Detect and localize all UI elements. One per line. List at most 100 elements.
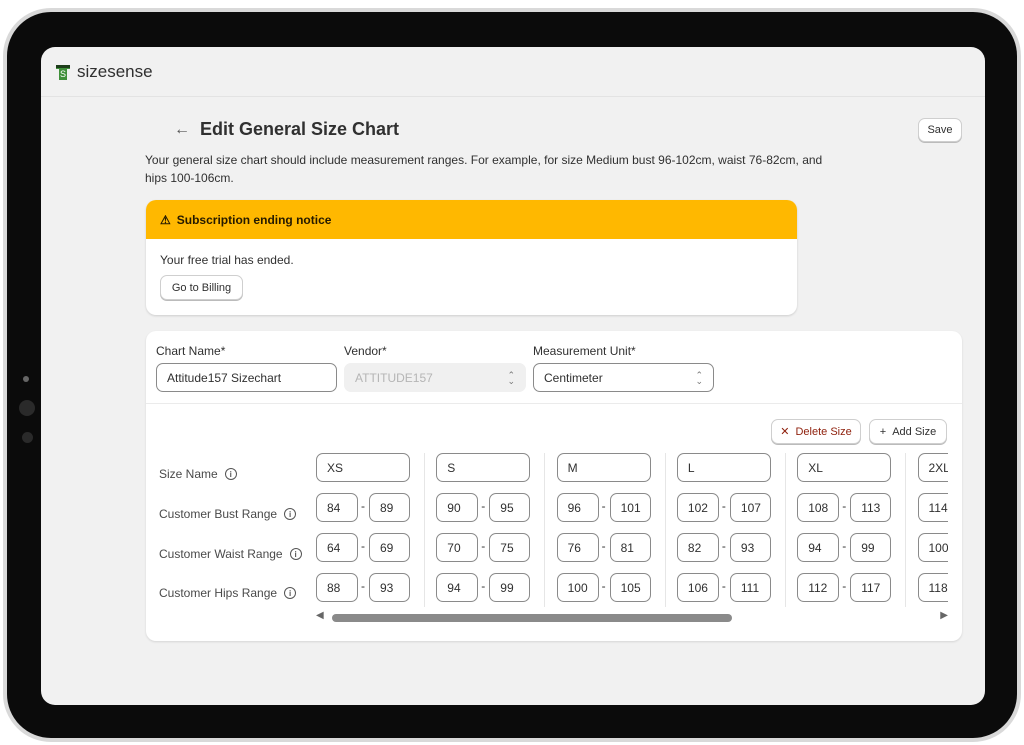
waist-min-value: 94 — [808, 540, 822, 555]
size-name-value: 2XL — [928, 460, 949, 475]
logo-icon: S — [56, 64, 70, 80]
bust-max-input[interactable]: 113 — [850, 493, 892, 522]
waist-max-input[interactable]: 99 — [850, 533, 892, 562]
chart-name-input[interactable]: Attitude157 Sizechart — [156, 363, 337, 392]
select-chevron-icon: ⌃ ⌄ — [507, 369, 515, 386]
size-name-value: S — [447, 460, 456, 475]
bust-min-value: 114 — [928, 500, 948, 515]
scroll-left-icon[interactable]: ◀ — [316, 610, 324, 621]
sizes-grid: XS 84 - 89 64 - 69 88 - 93 S 90 - 95 70 - 75 9… — [316, 453, 948, 607]
hips-min-input[interactable]: 94 — [436, 573, 479, 602]
info-icon[interactable]: i — [284, 587, 297, 599]
size-name-input[interactable]: 2XL — [917, 453, 949, 482]
bust-min-input[interactable]: 96 — [556, 493, 599, 522]
row-label: Size Name — [159, 467, 218, 481]
hips-min-input[interactable]: 118 — [917, 573, 948, 602]
hips-max-input[interactable]: 93 — [369, 573, 410, 602]
chart-name-value: Attitude157 Sizechart — [167, 370, 282, 385]
hips-max-input[interactable]: 117 — [850, 573, 892, 602]
size-name-value: XL — [808, 460, 823, 475]
size-name-input[interactable]: M — [556, 453, 651, 482]
waist-min-value: 82 — [687, 540, 702, 555]
page-description: Your general size chart should include m… — [145, 153, 823, 185]
row-label: Customer Hips Range — [159, 586, 278, 600]
size-column: S 90 - 95 70 - 75 94 - 99 — [436, 453, 556, 607]
waist-min-input[interactable]: 70 — [436, 533, 479, 562]
bust-max-input[interactable]: 89 — [369, 493, 410, 522]
range-dash: - — [361, 499, 365, 513]
save-button[interactable]: Save — [918, 118, 962, 142]
size-column: M 96 - 101 76 - 81 100 - 105 — [556, 453, 677, 607]
size-name-input[interactable]: XS — [316, 453, 410, 482]
range-dash: - — [721, 499, 726, 513]
warning-icon: ⚠ — [160, 212, 171, 227]
range-dash: - — [601, 579, 606, 593]
waist-min-input[interactable]: 82 — [676, 533, 719, 562]
bust-min-input[interactable]: 108 — [797, 493, 840, 522]
unit-select[interactable]: Centimeter ⌃ ⌄ — [533, 363, 714, 392]
unit-value: Centimeter — [544, 370, 603, 385]
delete-size-button[interactable]: ✕ Delete Size — [771, 419, 861, 444]
horizontal-scrollbar[interactable]: ◀ ▶ — [316, 610, 948, 624]
waist-max-input[interactable]: 81 — [609, 533, 651, 562]
hips-max-input[interactable]: 99 — [489, 573, 531, 602]
hips-max-input[interactable]: 105 — [609, 573, 651, 602]
size-name-input[interactable]: L — [676, 453, 771, 482]
bust-max-input[interactable]: 101 — [609, 493, 651, 522]
hips-min-input[interactable]: 106 — [676, 573, 719, 602]
info-icon[interactable]: i — [224, 468, 237, 480]
scroll-right-icon[interactable]: ▶ — [940, 610, 948, 621]
banner-title: Subscription ending notice — [176, 212, 332, 227]
size-name-input[interactable]: XL — [797, 453, 892, 482]
hips-min-value: 106 — [687, 580, 708, 595]
column-divider — [544, 453, 546, 607]
add-size-button[interactable]: + Add Size — [869, 419, 947, 444]
range-dash: - — [481, 579, 486, 593]
info-icon[interactable]: i — [284, 508, 297, 520]
bust-min-input[interactable]: 114 — [917, 493, 948, 522]
plus-icon: + — [879, 425, 887, 438]
back-arrow-icon[interactable]: ← — [174, 121, 190, 139]
waist-max-input[interactable]: 93 — [729, 533, 771, 562]
waist-min-value: 70 — [447, 540, 461, 555]
bust-min-input[interactable]: 90 — [436, 493, 479, 522]
go-to-billing-button[interactable]: Go to Billing — [160, 275, 243, 300]
hips-max-value: 111 — [740, 580, 760, 595]
waist-max-input[interactable]: 69 — [369, 533, 410, 562]
size-name-input[interactable]: S — [436, 453, 531, 482]
page-title: Edit General Size Chart — [200, 119, 400, 139]
hips-min-input[interactable]: 100 — [556, 573, 599, 602]
range-dash: - — [361, 539, 365, 553]
range-dash: - — [601, 499, 606, 513]
bust-min-value: 96 — [567, 500, 581, 515]
camera-icon — [23, 376, 29, 382]
hips-max-value: 99 — [500, 580, 514, 595]
bust-max-input[interactable]: 95 — [489, 493, 531, 522]
size-column: L 102 - 107 82 - 93 106 - 111 — [676, 453, 797, 607]
bust-max-input[interactable]: 107 — [729, 493, 771, 522]
bust-min-value: 102 — [687, 500, 708, 515]
waist-min-input[interactable]: 100 — [917, 533, 948, 562]
scrollbar-thumb[interactable] — [332, 614, 732, 622]
waist-min-input[interactable]: 76 — [556, 533, 599, 562]
app-screen: S sizesense ← Edit General Size Chart Sa… — [41, 47, 985, 705]
hips-max-input[interactable]: 111 — [729, 573, 771, 602]
bust-min-value: 108 — [808, 500, 829, 515]
bust-min-input[interactable]: 102 — [676, 493, 719, 522]
hips-min-input[interactable]: 112 — [797, 573, 840, 602]
bust-max-value: 113 — [861, 500, 881, 515]
close-icon: ✕ — [780, 426, 790, 438]
waist-min-input[interactable]: 64 — [316, 533, 358, 562]
size-name-value: L — [687, 460, 695, 475]
chart-name-label: Chart Name* — [156, 344, 226, 358]
bust-min-input[interactable]: 84 — [316, 493, 358, 522]
waist-max-value: 99 — [861, 540, 875, 555]
hips-min-input[interactable]: 88 — [316, 573, 358, 602]
bust-max-value: 107 — [740, 500, 761, 515]
column-divider — [664, 453, 666, 607]
top-bar: S sizesense — [41, 47, 985, 97]
hips-min-value: 112 — [808, 580, 828, 595]
waist-max-input[interactable]: 75 — [489, 533, 531, 562]
info-icon[interactable]: i — [289, 548, 302, 560]
waist-min-input[interactable]: 94 — [797, 533, 840, 562]
